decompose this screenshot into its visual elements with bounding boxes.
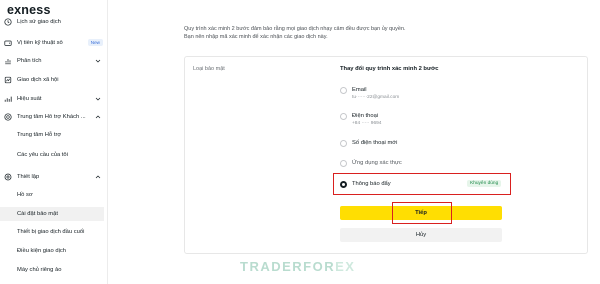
sidebar-item-analytics[interactable]: Phân tích [0,54,108,68]
sidebar-subitem-label: Máy chủ riêng ảo [17,267,62,273]
social-icon [4,76,12,84]
sidebar-subitem-trading-terminals[interactable]: Thiết bị giao dịch đầu cuối [0,225,104,239]
watermark-logo: TRADERFOREX [240,259,355,274]
new-badge: New [87,39,103,46]
sidebar-item-label: Trung tâm Hỗ trợ Khách ... [17,114,86,120]
radio-button[interactable] [340,113,347,120]
chevron-down-icon [94,57,102,65]
sidebar-subitem-label: Các yêu cầu của tôi [17,152,68,158]
option-title: Số điện thoại mới [352,140,398,146]
sidebar-subitem-virtual-private-server[interactable]: Máy chủ riêng ảo [0,263,104,277]
sidebar-item-label: Hiệu suất [17,96,42,102]
sidebar-subitem-trading-conditions[interactable]: Điều kiện giao dịch [0,244,104,258]
sidebar-subitem-label: Cài đặt bảo mật [17,211,58,217]
intro-text: Quy trình xác minh 2 bước đảm bảo rằng m… [184,25,406,41]
radio-button[interactable] [340,87,347,94]
option-phone[interactable]: Điện thoại +84 ····· 9694 [340,112,381,127]
sidebar-subitem-label: Thiết bị giao dịch đầu cuối [17,229,85,235]
chart-icon [4,57,12,65]
radio-button[interactable] [340,140,347,147]
sidebar-item-label: Thiết lập [17,174,40,180]
chevron-up-icon [94,173,102,181]
chevron-up-icon [94,113,102,121]
sidebar-item-crypto-wallet[interactable]: Vị tiền kỹ thuật số New [0,36,108,50]
radio-button[interactable] [340,160,347,167]
performance-icon [4,95,12,103]
sidebar-subitem-help-center[interactable]: Trung tâm Hỗ trợ [0,128,104,142]
push-option-highlight [333,173,511,195]
watermark-text: TRADERFOR [240,259,336,274]
wallet-icon [4,39,12,47]
option-subtitle: +84 ····· 9694 [352,121,382,126]
sidebar-subitem-security-settings[interactable]: Cài đặt bảo mật [0,207,104,221]
sidebar-item-settings[interactable]: Thiết lập [0,170,108,184]
sidebar-subitem-profile[interactable]: Hồ sơ [0,188,104,202]
sidebar-item-performance[interactable]: Hiệu suất [0,92,108,106]
sidebar-subitem-my-requests[interactable]: Các yêu cầu của tôi [0,148,104,162]
sidebar-subitem-label: Hồ sơ [17,192,33,198]
option-new-phone[interactable]: Số điện thoại mới [340,139,397,147]
sidebar-subitem-label: Trung tâm Hỗ trợ [17,132,62,138]
history-icon [4,18,12,26]
sidebar-item-trade-history[interactable]: Lịch sử giao dịch [0,15,108,29]
sidebar: exness Lịch sử giao dịch Vị tiền kỹ thuậ… [0,0,108,284]
sidebar-item-label: Giao dịch xã hội [17,77,59,83]
intro-line: Quy trình xác minh 2 bước đảm bảo rằng m… [184,26,406,32]
sidebar-item-label: Lịch sử giao dịch [17,19,61,25]
cancel-button[interactable]: Hủy [340,228,502,242]
sidebar-item-label: Phân tích [17,58,42,64]
option-title: Email [352,87,367,93]
sidebar-subitem-label: Điều kiện giao dịch [17,248,66,254]
settings-icon [4,173,12,181]
continue-button[interactable]: Tiếp [340,206,502,220]
panel-title: Thay đổi quy trình xác minh 2 bước [340,66,439,72]
support-icon [4,113,12,121]
watermark-tail: EX [335,259,356,274]
sidebar-item-support-center[interactable]: Trung tâm Hỗ trợ Khách ... [0,110,108,124]
intro-line: Bạn nên nhập mã xác minh để xác nhận các… [184,34,328,40]
option-authenticator-app[interactable]: Ứng dụng xác thực [340,159,402,167]
sidebar-item-social-trading[interactable]: Giao dịch xã hội [0,73,108,87]
option-title: Điện thoại [352,113,379,119]
option-title: Ứng dụng xác thực [352,160,402,166]
chevron-down-icon [94,95,102,103]
option-subtitle: tu·······22@gmail.com [352,95,400,100]
option-email[interactable]: Email tu·······22@gmail.com [340,86,399,101]
security-type-label: Loại bảo mật [193,66,225,72]
sidebar-item-label: Vị tiền kỹ thuật số [17,40,63,46]
